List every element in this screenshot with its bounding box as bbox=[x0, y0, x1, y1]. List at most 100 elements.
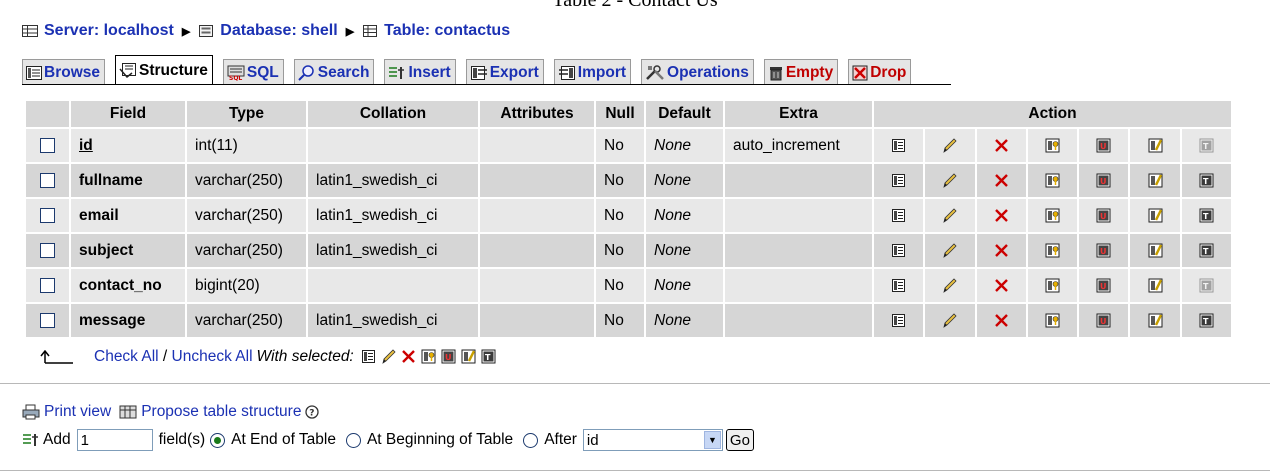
table-row: email varchar(250) latin1_swedish_ci No None… bbox=[26, 197, 1233, 233]
col-header-attributes[interactable]: Attributes bbox=[479, 101, 596, 128]
tab-browse[interactable]: Browse bbox=[22, 59, 105, 85]
edit-pencil-icon[interactable] bbox=[925, 235, 977, 267]
fulltext-icon[interactable]: T bbox=[1182, 200, 1230, 232]
chevron-down-icon[interactable]: ▼ bbox=[703, 431, 721, 449]
browse-icon[interactable] bbox=[874, 305, 926, 337]
bulk-browse-icon[interactable] bbox=[360, 348, 377, 365]
browse-icon[interactable] bbox=[874, 235, 926, 267]
browse-icon[interactable] bbox=[874, 270, 926, 302]
unique-icon[interactable]: U bbox=[1079, 270, 1131, 302]
primary-key-icon[interactable] bbox=[1028, 235, 1080, 267]
col-header-null[interactable]: Null bbox=[595, 101, 646, 128]
table-row: id int(11) No None auto_increment U T bbox=[26, 127, 1233, 163]
fulltext-icon[interactable]: T bbox=[1182, 270, 1230, 302]
drop-x-icon[interactable] bbox=[977, 235, 1028, 267]
breadcrumb-table[interactable]: Table: contactus bbox=[384, 22, 510, 40]
row-checkbox[interactable] bbox=[26, 302, 71, 337]
bulk-edit-pencil-icon[interactable] bbox=[380, 348, 397, 365]
edit-pencil-icon[interactable] bbox=[925, 130, 977, 162]
fulltext-icon[interactable]: T bbox=[1182, 130, 1230, 162]
unique-icon[interactable]: U bbox=[1079, 200, 1131, 232]
breadcrumb-database[interactable]: Database: shell bbox=[220, 22, 337, 40]
breadcrumb-server[interactable]: Server: localhost bbox=[44, 22, 174, 40]
unique-icon[interactable]: U bbox=[1079, 235, 1131, 267]
primary-key-icon[interactable] bbox=[1028, 200, 1080, 232]
index-icon[interactable] bbox=[1130, 130, 1182, 162]
primary-key-icon[interactable] bbox=[1028, 130, 1080, 162]
unique-icon[interactable]: U bbox=[1079, 305, 1131, 337]
cell-extra bbox=[724, 267, 874, 303]
fulltext-icon[interactable]: T bbox=[1182, 235, 1230, 267]
primary-key-icon[interactable] bbox=[1028, 270, 1080, 302]
tab-empty[interactable]: Empty bbox=[763, 59, 839, 85]
drop-x-icon[interactable] bbox=[977, 270, 1028, 302]
fulltext-icon[interactable]: T bbox=[1182, 305, 1230, 337]
radio-after[interactable] bbox=[523, 432, 539, 448]
go-button[interactable]: Go bbox=[725, 429, 754, 451]
print-view-link[interactable]: Print view bbox=[44, 403, 111, 421]
checkbox[interactable] bbox=[40, 207, 55, 223]
checkbox[interactable] bbox=[40, 277, 55, 293]
col-header-type[interactable]: Type bbox=[186, 101, 308, 128]
tab-search[interactable]: Search bbox=[293, 59, 375, 85]
help-icon[interactable]: ? bbox=[305, 405, 320, 419]
unique-icon[interactable]: U bbox=[1079, 130, 1131, 162]
row-checkbox[interactable] bbox=[26, 232, 71, 268]
drop-x-icon[interactable] bbox=[977, 200, 1028, 232]
checkbox[interactable] bbox=[40, 242, 55, 258]
index-icon[interactable] bbox=[1130, 270, 1182, 302]
tab-drop[interactable]: Drop bbox=[848, 59, 912, 85]
svg-text:U: U bbox=[445, 353, 452, 362]
bulk-fulltext-icon[interactable]: T bbox=[480, 348, 497, 365]
primary-key-icon[interactable] bbox=[1028, 165, 1080, 197]
index-icon[interactable] bbox=[1130, 165, 1182, 197]
index-icon[interactable] bbox=[1130, 305, 1182, 337]
col-header-collation[interactable]: Collation bbox=[307, 101, 480, 128]
col-header-extra[interactable]: Extra bbox=[724, 101, 874, 128]
row-checkbox[interactable] bbox=[26, 162, 71, 198]
row-checkbox[interactable] bbox=[26, 197, 71, 233]
propose-structure-link[interactable]: Propose table structure bbox=[141, 403, 301, 421]
uncheck-all-link[interactable]: Uncheck All bbox=[172, 348, 253, 366]
tab-export[interactable]: Export bbox=[465, 59, 544, 85]
browse-icon[interactable] bbox=[874, 130, 926, 162]
browse-icon[interactable] bbox=[874, 200, 926, 232]
bulk-index-icon[interactable] bbox=[460, 348, 477, 365]
edit-pencil-icon[interactable] bbox=[925, 270, 977, 302]
radio-at-end[interactable] bbox=[210, 432, 226, 448]
after-field-select[interactable]: id ▼ bbox=[582, 429, 723, 451]
checkbox[interactable] bbox=[40, 172, 55, 188]
checkbox[interactable] bbox=[40, 312, 55, 328]
drop-x-icon[interactable] bbox=[977, 305, 1028, 337]
browse-icon[interactable] bbox=[874, 165, 926, 197]
tab-operations[interactable]: Operations bbox=[641, 59, 754, 85]
row-checkbox[interactable] bbox=[26, 267, 71, 303]
svg-text:U: U bbox=[1100, 282, 1107, 291]
empty-icon bbox=[769, 66, 782, 80]
tab-insert[interactable]: Insert bbox=[384, 59, 456, 85]
tab-import[interactable]: Import bbox=[553, 59, 632, 85]
row-checkbox[interactable] bbox=[26, 127, 71, 163]
tab-sql[interactable]: SQL SQL bbox=[222, 59, 284, 85]
edit-pencil-icon[interactable] bbox=[925, 165, 977, 197]
unique-icon[interactable]: U bbox=[1079, 165, 1131, 197]
bulk-drop-x-icon[interactable] bbox=[400, 348, 417, 365]
tab-structure[interactable]: Structure bbox=[115, 55, 213, 85]
index-icon[interactable] bbox=[1130, 235, 1182, 267]
drop-x-icon[interactable] bbox=[977, 130, 1028, 162]
edit-pencil-icon[interactable] bbox=[925, 200, 977, 232]
radio-at-beginning[interactable] bbox=[345, 432, 361, 448]
primary-key-icon[interactable] bbox=[1028, 305, 1080, 337]
add-count-input[interactable] bbox=[76, 429, 153, 451]
checkbox[interactable] bbox=[40, 137, 55, 153]
fulltext-icon[interactable]: T bbox=[1182, 165, 1230, 197]
drop-x-icon[interactable] bbox=[977, 165, 1028, 197]
col-header-field[interactable]: Field bbox=[70, 101, 187, 128]
bulk-primary-key-icon[interactable] bbox=[420, 348, 437, 365]
divider bbox=[0, 470, 1270, 471]
col-header-default[interactable]: Default bbox=[645, 101, 725, 128]
check-all-link[interactable]: Check All bbox=[94, 348, 159, 366]
bulk-unique-icon[interactable]: U bbox=[440, 348, 457, 365]
index-icon[interactable] bbox=[1130, 200, 1182, 232]
edit-pencil-icon[interactable] bbox=[925, 305, 977, 337]
